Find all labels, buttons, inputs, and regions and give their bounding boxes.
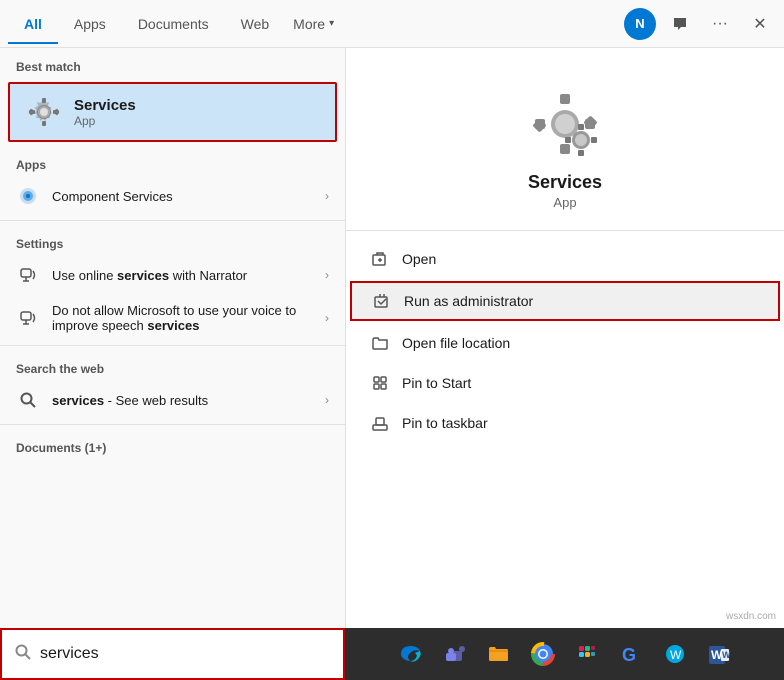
open-label: Open <box>402 251 436 267</box>
search-icon <box>16 388 40 412</box>
component-services-item[interactable]: Component Services › <box>0 176 345 216</box>
open-icon <box>370 249 390 269</box>
narrator-icon <box>16 263 40 287</box>
content-area: Best match <box>0 48 784 680</box>
right-panel-subtitle: App <box>553 195 576 210</box>
open-file-location-label: Open file location <box>402 335 510 351</box>
divider-3 <box>0 424 345 425</box>
run-admin-icon <box>372 291 392 311</box>
taskbar-teams-icon[interactable] <box>435 634 475 674</box>
pin-start-icon <box>370 373 390 393</box>
best-match-text: Services App <box>74 97 136 128</box>
tab-bar-right: N ··· ✕ <box>624 8 776 40</box>
right-actions: Open Run as administrator <box>346 231 784 451</box>
best-match-title: Services <box>74 97 136 114</box>
services-large-icon <box>529 88 601 160</box>
right-panel-title: Services <box>528 172 602 193</box>
avatar[interactable]: N <box>624 8 656 40</box>
documents-label: Documents (1+) <box>0 429 345 459</box>
web-search-item[interactable]: services - See web results › <box>0 380 345 420</box>
action-open-file-location[interactable]: Open file location <box>346 323 784 363</box>
divider-1 <box>0 220 345 221</box>
services-app-icon <box>26 94 62 130</box>
svg-text:G: G <box>622 645 636 665</box>
watermark: wsxdn.com <box>722 609 780 624</box>
chevron-right-icon-2: › <box>325 268 329 282</box>
tab-bar: All Apps Documents Web More ▾ N ··· ✕ <box>0 0 784 48</box>
action-pin-taskbar[interactable]: Pin to taskbar <box>346 403 784 443</box>
tab-all[interactable]: All <box>8 4 58 44</box>
close-icon[interactable]: ✕ <box>744 8 776 40</box>
svg-text:W: W <box>670 648 682 662</box>
tab-apps[interactable]: Apps <box>58 4 122 44</box>
divider-2 <box>0 345 345 346</box>
more-options-icon[interactable]: ··· <box>704 8 736 40</box>
settings-narrator-label: Use online services with Narrator <box>52 268 325 283</box>
action-open[interactable]: Open <box>346 239 784 279</box>
taskbar-word-icon[interactable]: W W <box>699 634 739 674</box>
search-input[interactable]: services <box>40 645 331 663</box>
component-services-icon <box>16 184 40 208</box>
taskbar-edge-icon[interactable] <box>391 634 431 674</box>
run-admin-label: Run as administrator <box>404 293 533 309</box>
speech-icon <box>16 306 40 330</box>
taskbar-icon-7[interactable]: W <box>655 634 695 674</box>
settings-item-speech[interactable]: Do not allow Microsoft to use your voice… <box>0 295 345 341</box>
taskbar-slack-icon[interactable] <box>567 634 607 674</box>
web-search-label-text: services - See web results <box>52 393 325 408</box>
action-pin-start[interactable]: Pin to Start <box>346 363 784 403</box>
tab-more[interactable]: More ▾ <box>285 10 342 38</box>
feedback-icon[interactable] <box>664 8 696 40</box>
taskbar-google-icon[interactable]: G <box>611 634 651 674</box>
tab-web[interactable]: Web <box>225 4 286 44</box>
settings-item-narrator[interactable]: Use online services with Narrator › <box>0 255 345 295</box>
right-panel-header: Services App <box>346 48 784 231</box>
taskbar-chrome-icon[interactable] <box>523 634 563 674</box>
pin-taskbar-icon <box>370 413 390 433</box>
pin-start-label: Pin to Start <box>402 375 471 391</box>
taskbar: G W W W <box>345 628 784 680</box>
web-search-label: Search the web <box>0 350 345 380</box>
best-match-subtitle: App <box>74 114 136 128</box>
best-match-item[interactable]: Services App <box>8 82 337 142</box>
folder-icon <box>370 333 390 353</box>
left-panel: Best match <box>0 48 345 680</box>
best-match-label: Best match <box>0 48 345 78</box>
chevron-right-icon-4: › <box>325 393 329 407</box>
settings-label: Settings <box>0 225 345 255</box>
pin-taskbar-label: Pin to taskbar <box>402 415 488 431</box>
right-panel: Services App Open <box>345 48 784 680</box>
svg-text:W: W <box>722 650 731 660</box>
search-bar-icon <box>14 643 32 666</box>
settings-speech-label: Do not allow Microsoft to use your voice… <box>52 303 325 333</box>
apps-label: Apps <box>0 146 345 176</box>
taskbar-explorer-icon[interactable] <box>479 634 519 674</box>
action-run-as-admin[interactable]: Run as administrator <box>350 281 780 321</box>
chevron-right-icon: › <box>325 189 329 203</box>
chevron-right-icon-3: › <box>325 311 329 325</box>
component-services-label: Component Services <box>52 189 325 204</box>
chevron-down-icon: ▾ <box>329 18 334 29</box>
search-bar: services <box>0 628 345 680</box>
tab-documents[interactable]: Documents <box>122 4 225 44</box>
